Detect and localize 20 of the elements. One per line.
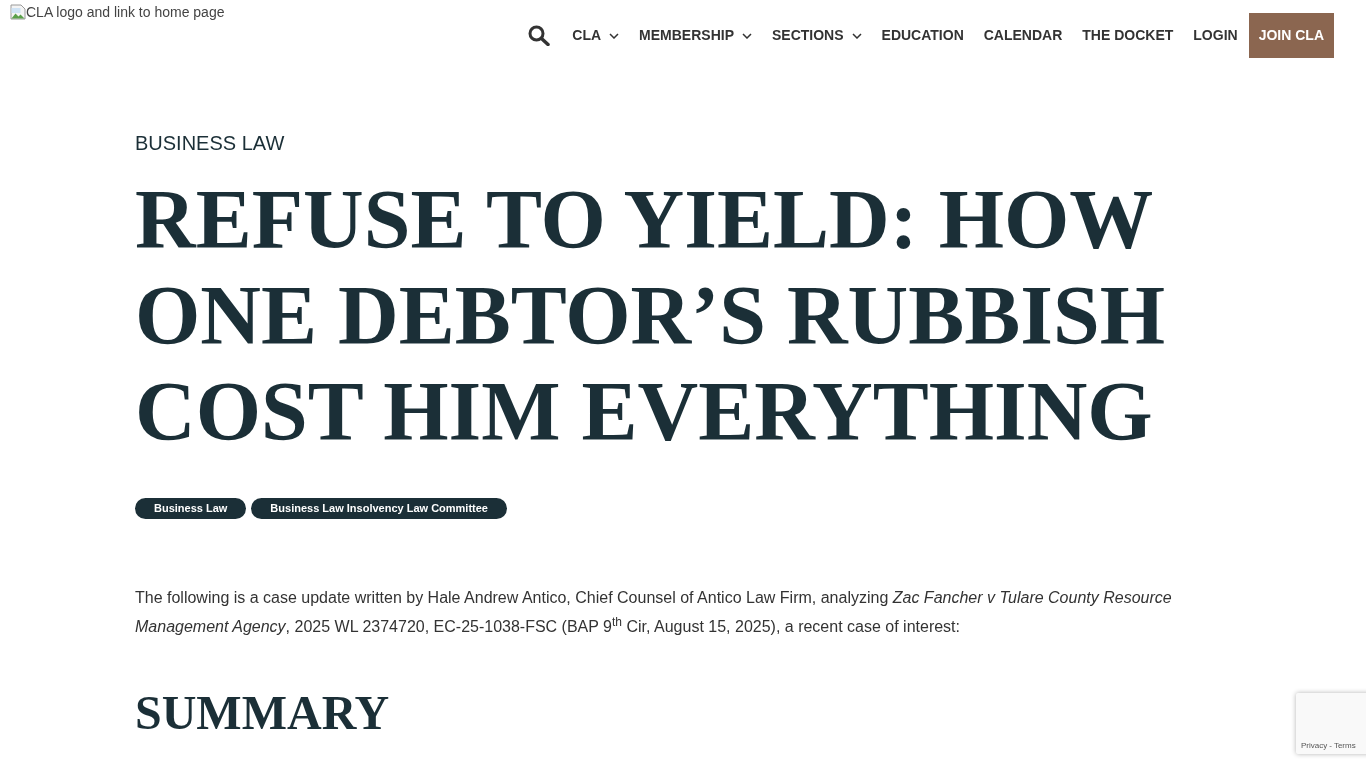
nav-link[interactable]: CLA bbox=[562, 25, 630, 46]
nav-link[interactable]: THE DOCKET bbox=[1072, 25, 1184, 46]
nav-link[interactable]: SECTIONS bbox=[762, 25, 872, 46]
intro-paragraph: The following is a case update written by Hale Andrew Antico, Chief Counsel of Antico Law Firm, analyzing Zac Fancher v Tulare County Resource Management Agency, 2025 WL 2374720, EC-25-1038-FSC (BAP 9$^{th}$ Cir, August 15, 2025), a recent case of interest: bbox=[135, 588, 1173, 637]
article-title: REFUSE TO YIELD: HOW ONE DEBTOR’S RUBBISH COST HIM EVERYTHING bbox=[135, 172, 1167, 460]
nav-link[interactable]: CALENDAR bbox=[973, 25, 1073, 46]
broken-image-icon bbox=[10, 4, 26, 20]
tag-pill[interactable]: Business Law bbox=[135, 498, 247, 519]
nav-link[interactable]: EDUCATION bbox=[871, 25, 974, 46]
join-cla-button[interactable]: JOIN CLA bbox=[1248, 13, 1334, 58]
tag-pill[interactable]: Business Law Insolvency Law Committee bbox=[251, 498, 507, 519]
section-heading: SUMMARY bbox=[135, 685, 391, 741]
nav-link[interactable]: MEMBERSHIP bbox=[629, 25, 762, 46]
category-label: BUSINESS LAW bbox=[135, 131, 286, 155]
nav-link[interactable]: LOGIN bbox=[1183, 25, 1248, 46]
privacy-link[interactable]: Privacy bbox=[1301, 741, 1328, 751]
search-button[interactable] bbox=[528, 25, 551, 46]
link-separator: - bbox=[1329, 741, 1332, 751]
terms-link[interactable]: Terms bbox=[1333, 741, 1356, 751]
logo-alt-text[interactable]: CLA logo and link to home page bbox=[26, 4, 225, 20]
